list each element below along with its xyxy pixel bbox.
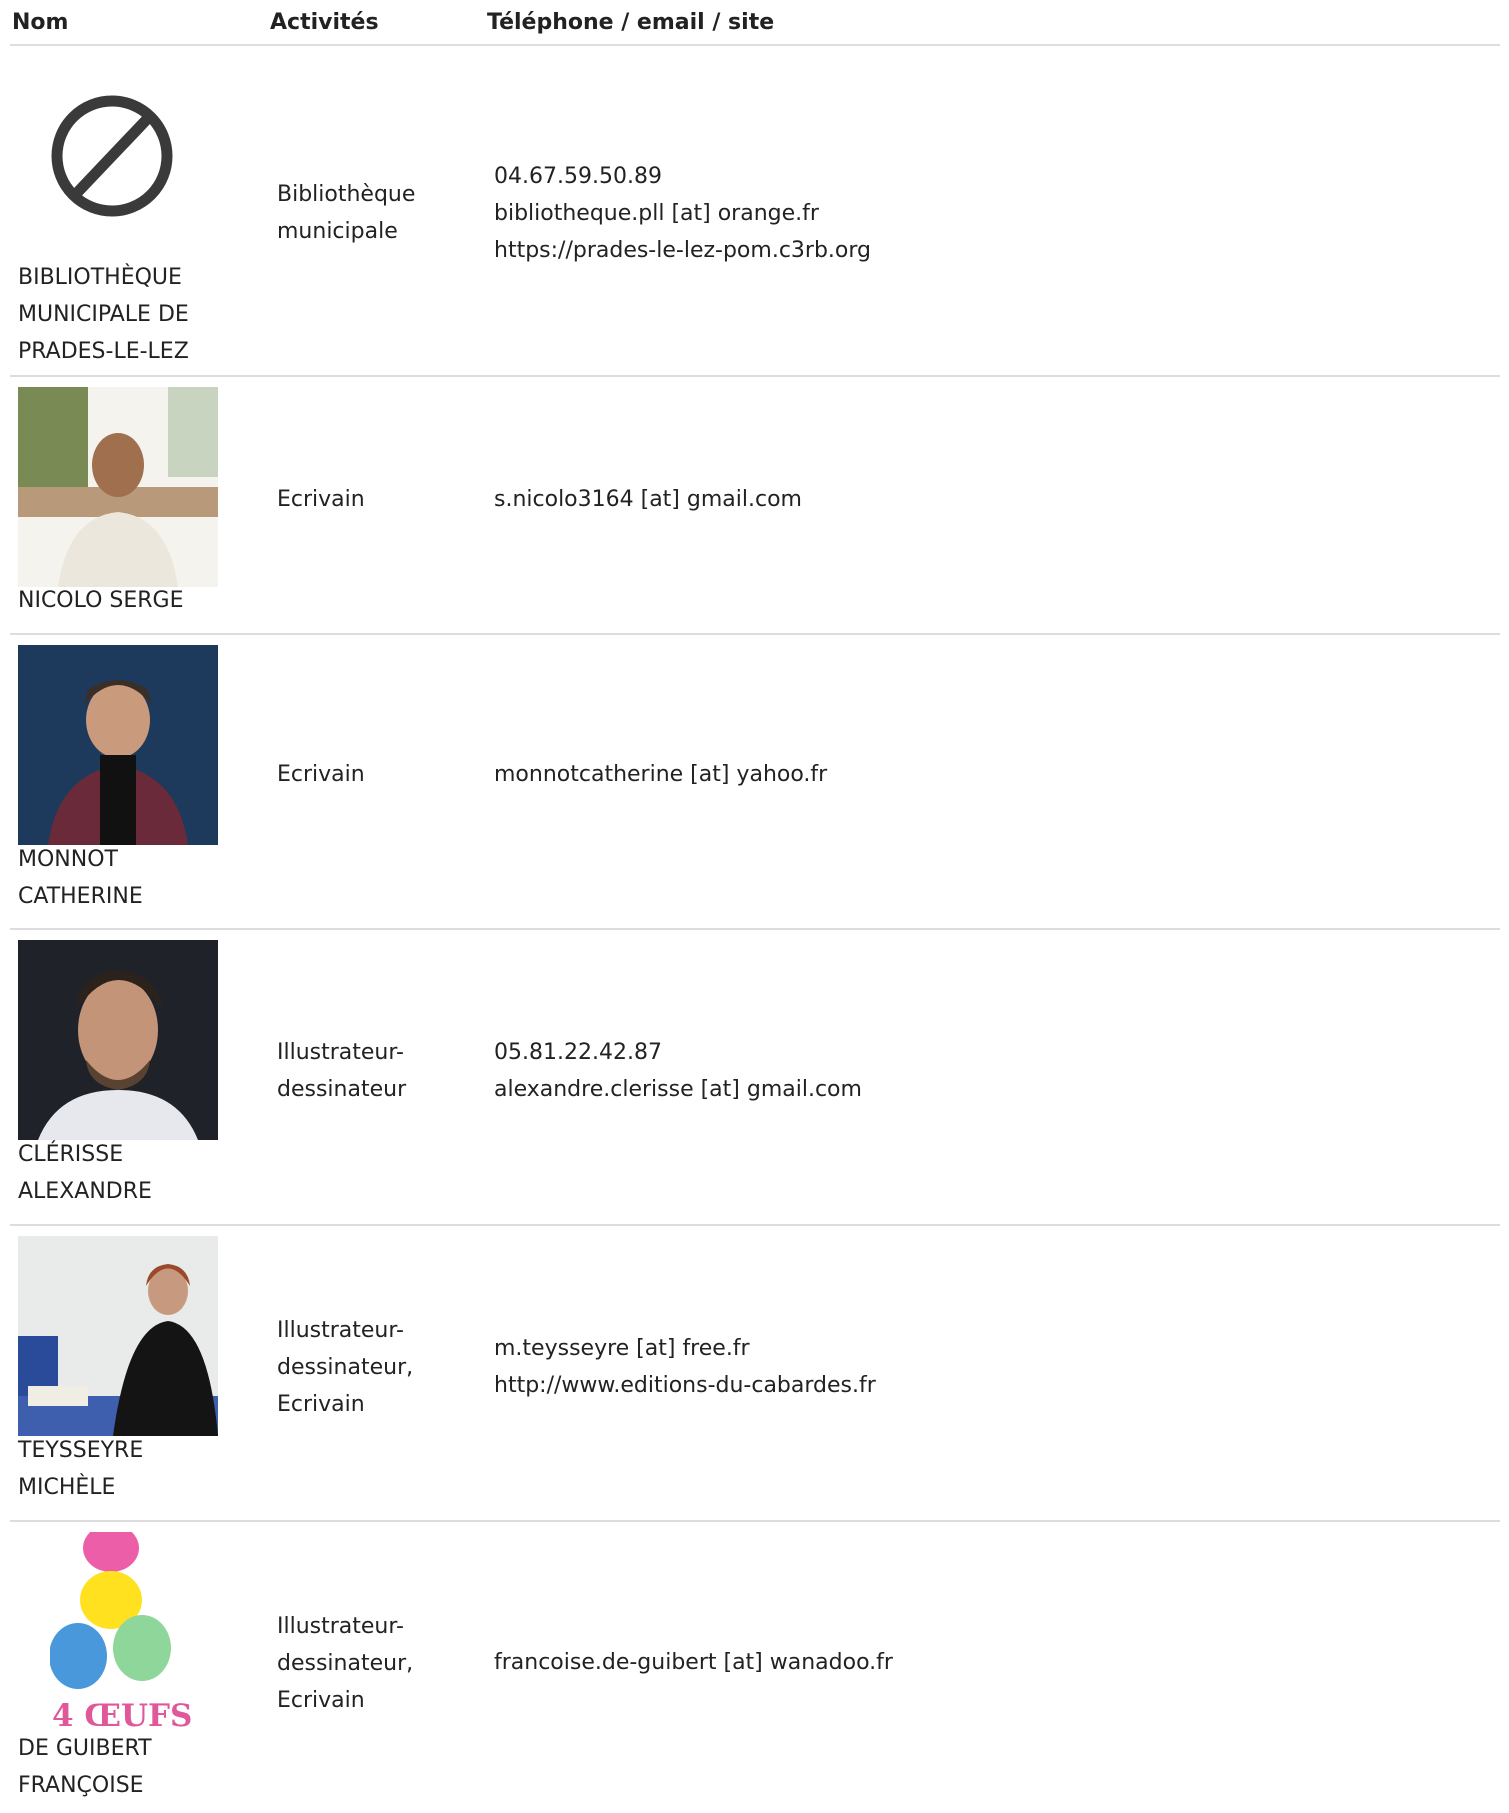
- email-link[interactable]: bibliotheque.pll [at] orange.fr: [494, 195, 1394, 232]
- table-row: MONNOT CATHERINE Ecrivain monnotcatherin…: [10, 635, 1500, 930]
- contact-cell: s.nicolo3164 [at] gmail.com: [494, 481, 1394, 518]
- portrait-photo: [18, 645, 218, 845]
- email-link[interactable]: s.nicolo3164 [at] gmail.com: [494, 481, 1394, 518]
- phone-text: 05.81.22.42.87: [494, 1040, 662, 1065]
- contact-cell: m.teysseyre [at] free.fr http://www.edit…: [494, 1330, 1394, 1404]
- header-name: Nom: [12, 10, 69, 35]
- portrait-photo: [18, 940, 218, 1140]
- name-cell: DE GUIBERT FRANÇOISE: [18, 1736, 152, 1798]
- activity-cell: Ecrivain: [277, 487, 365, 512]
- email-link[interactable]: m.teysseyre [at] free.fr: [494, 1330, 1394, 1367]
- website-link[interactable]: http://www.editions-du-cabardes.fr: [494, 1367, 1394, 1404]
- email-link[interactable]: francoise.de-guibert [at] wanadoo.fr: [494, 1644, 1394, 1681]
- name-cell: MONNOT CATHERINE: [18, 847, 143, 909]
- table-row: NICOLO SERGE Ecrivain s.nicolo3164 [at] …: [10, 377, 1500, 635]
- activity-cell: Illustrateur- dessinateur: [277, 1040, 407, 1102]
- directory-table: Nom Activités Téléphone / email / site B…: [10, 0, 1500, 1812]
- table-row: 4 ŒUFS DE GUIBERT FRANÇOISE Illustrateur…: [10, 1522, 1500, 1812]
- header-contact: Téléphone / email / site: [487, 10, 775, 35]
- phone-text: 04.67.59.50.89: [494, 164, 662, 189]
- name-cell: TEYSSEYRE MICHÈLE: [18, 1438, 144, 1500]
- activity-cell: Illustrateur- dessinateur, Ecrivain: [277, 1318, 414, 1417]
- name-cell: BIBLIOTHÈQUE MUNICIPALE DE PRADES-LE-LEZ: [18, 265, 189, 364]
- table-header: Nom Activités Téléphone / email / site: [10, 0, 1500, 46]
- contact-cell: 04.67.59.50.89 bibliotheque.pll [at] ora…: [494, 158, 1394, 269]
- name-cell: CLÉRISSE ALEXANDRE: [18, 1142, 152, 1204]
- website-link[interactable]: https://prades-le-lez-pom.c3rb.org: [494, 232, 1394, 269]
- contact-cell: monnotcatherine [at] yahoo.fr: [494, 756, 1394, 793]
- activity-cell: Illustrateur- dessinateur, Ecrivain: [277, 1614, 414, 1713]
- prohibited-icon: [50, 94, 174, 218]
- contact-cell: francoise.de-guibert [at] wanadoo.fr: [494, 1644, 1394, 1681]
- book-cover-logo: 4 ŒUFS: [49, 1524, 192, 1734]
- table-row: CLÉRISSE ALEXANDRE Illustrateur- dessina…: [10, 930, 1500, 1226]
- email-link[interactable]: monnotcatherine [at] yahoo.fr: [494, 756, 1394, 793]
- header-activities: Activités: [270, 10, 379, 35]
- table-row: BIBLIOTHÈQUE MUNICIPALE DE PRADES-LE-LEZ…: [10, 46, 1500, 377]
- activity-cell: Bibliothèque municipale: [277, 182, 416, 244]
- portrait-photo: [18, 1236, 218, 1436]
- email-link[interactable]: alexandre.clerisse [at] gmail.com: [494, 1071, 1394, 1108]
- table-row: TEYSSEYRE MICHÈLE Illustrateur- dessinat…: [10, 1226, 1500, 1522]
- name-cell: NICOLO SERGE: [18, 588, 184, 613]
- portrait-photo: [18, 387, 218, 587]
- activity-cell: Ecrivain: [277, 762, 365, 787]
- contact-cell: 05.81.22.42.87 alexandre.clerisse [at] g…: [494, 1034, 1394, 1108]
